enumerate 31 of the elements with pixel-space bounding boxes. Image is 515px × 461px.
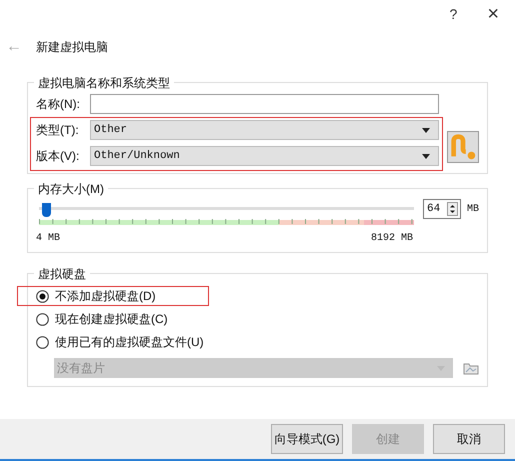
group-title: 虚拟电脑名称和系统类型 xyxy=(34,75,174,91)
min-label: 4 MB xyxy=(36,232,60,246)
field-label: 名称(N): xyxy=(36,96,81,113)
wizard-title: 新建虚拟电脑 xyxy=(36,39,108,56)
group-title: 虚拟硬盘 xyxy=(34,266,90,282)
memory-spinbox[interactable]: 64 xyxy=(423,199,461,219)
unit-label: MB xyxy=(466,203,479,217)
help-button[interactable]: ? xyxy=(450,4,458,24)
max-label: 8192 MB xyxy=(370,232,413,246)
field-label: 类型(T): xyxy=(36,122,80,139)
dropdown-arrow-icon xyxy=(422,154,430,158)
field-label: 版本(V): xyxy=(36,148,80,165)
name-input[interactable] xyxy=(90,94,439,114)
close-button[interactable]: × xyxy=(487,4,499,24)
radio-button[interactable] xyxy=(36,336,49,348)
radio-button[interactable] xyxy=(36,290,49,302)
memory-slider[interactable] xyxy=(39,203,414,217)
dropdown-arrow-icon xyxy=(422,128,430,132)
dialog-button[interactable]: 向导模式(G) xyxy=(271,424,343,454)
radio-label: 使用已有的虚拟硬盘文件(U) xyxy=(55,334,204,351)
os-select[interactable]: Other/Unknown xyxy=(90,146,439,166)
group-title: 内存大小(M) xyxy=(34,181,108,197)
folder-icon[interactable] xyxy=(463,361,479,375)
radio-label: 现在创建虚拟硬盘(C) xyxy=(55,311,168,328)
os-select[interactable]: Other xyxy=(90,120,439,140)
radio-label: 不添加虚拟硬盘(D) xyxy=(55,288,156,305)
slider-thumb[interactable] xyxy=(42,203,51,217)
radio-button[interactable] xyxy=(36,312,49,326)
spin-arrows-icon[interactable] xyxy=(446,202,458,216)
dialog-button[interactable]: 取消 xyxy=(433,424,505,454)
os-logo-icon xyxy=(447,131,479,163)
